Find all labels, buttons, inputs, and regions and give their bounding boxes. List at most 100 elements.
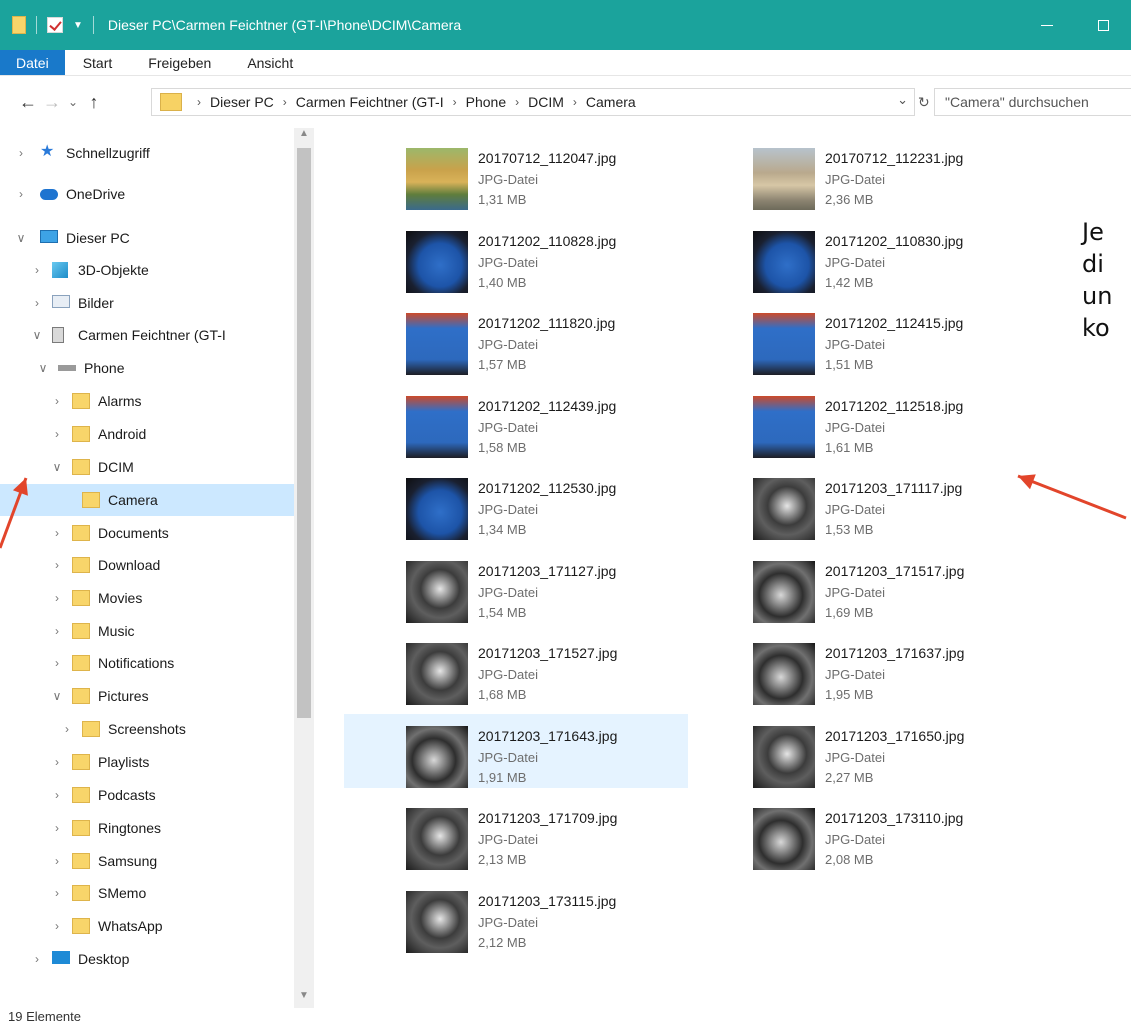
- properties-icon[interactable]: [47, 17, 63, 33]
- chevron-right-icon[interactable]: ›: [50, 919, 64, 933]
- chevron-right-icon[interactable]: ›: [50, 755, 64, 769]
- chevron-right-icon[interactable]: ›: [30, 296, 44, 310]
- file-item[interactable]: 20171203_173110.jpg JPG-Datei 2,08 MB: [691, 796, 1035, 870]
- chevron-right-icon[interactable]: ›: [50, 788, 64, 802]
- forward-arrow-icon[interactable]: →: [40, 92, 64, 113]
- chevron-down-icon[interactable]: ∨: [36, 361, 50, 375]
- maximize-button[interactable]: [1075, 0, 1131, 50]
- chevron-right-icon[interactable]: ›: [50, 558, 64, 572]
- nav-item-desktop[interactable]: › Desktop: [0, 943, 294, 975]
- chevron-right-icon[interactable]: ›: [50, 821, 64, 835]
- breadcrumb-device[interactable]: Carmen Feichtner (GT-I: [296, 94, 444, 110]
- search-input[interactable]: "Camera" durchsuchen: [934, 88, 1131, 116]
- nav-item-samsung[interactable]: › Samsung: [0, 845, 294, 877]
- chevron-right-icon[interactable]: ›: [50, 886, 64, 900]
- up-arrow-icon[interactable]: ↑: [82, 92, 106, 113]
- tab-freigeben[interactable]: Freigeben: [130, 50, 229, 75]
- file-item[interactable]: 20171203_171709.jpg JPG-Datei 2,13 MB: [344, 796, 688, 870]
- file-item[interactable]: 20171203_171127.jpg JPG-Datei 1,54 MB: [344, 549, 688, 623]
- scroll-down-arrow-icon[interactable]: ▼: [294, 990, 314, 1008]
- quick-access-dropdown-icon[interactable]: ▼: [73, 20, 83, 31]
- nav-scrollbar[interactable]: ▲ ▼: [294, 128, 314, 1008]
- file-item[interactable]: 20171202_112439.jpg JPG-Datei 1,58 MB: [344, 384, 688, 458]
- nav-item-onedrive[interactable]: › OneDrive: [0, 178, 294, 210]
- chevron-right-icon[interactable]: ›: [50, 656, 64, 670]
- file-item[interactable]: 20171203_171117.jpg JPG-Datei 1,53 MB: [691, 466, 1035, 540]
- nav-item-android[interactable]: › Android: [0, 418, 294, 450]
- file-item[interactable]: 20171203_171527.jpg JPG-Datei 1,68 MB: [344, 631, 688, 705]
- tab-datei[interactable]: Datei: [0, 50, 65, 75]
- nav-item-download[interactable]: › Download: [0, 549, 294, 581]
- file-item[interactable]: 20171202_110828.jpg JPG-Datei 1,40 MB: [344, 219, 688, 293]
- nav-item-smemo[interactable]: › SMemo: [0, 877, 294, 909]
- chevron-right-icon[interactable]: ›: [30, 952, 44, 966]
- file-item[interactable]: 20171203_171517.jpg JPG-Datei 1,69 MB: [691, 549, 1035, 623]
- nav-item-alarms[interactable]: › Alarms: [0, 385, 294, 417]
- nav-item-movies[interactable]: › Movies: [0, 582, 294, 614]
- nav-item-playlists[interactable]: › Playlists: [0, 746, 294, 778]
- file-thumbnail: [406, 230, 468, 293]
- chevron-right-icon[interactable]: ›: [50, 624, 64, 638]
- breadcrumb-dieser-pc[interactable]: Dieser PC: [210, 94, 274, 110]
- nav-item-3d-objekte[interactable]: › 3D-Objekte: [0, 254, 294, 286]
- file-item[interactable]: 20171202_110830.jpg JPG-Datei 1,42 MB: [691, 219, 1035, 293]
- nav-item-dieser-pc[interactable]: ∨ Dieser PC: [0, 222, 294, 254]
- chevron-right-icon[interactable]: ›: [14, 187, 28, 201]
- scrollbar-thumb[interactable]: [297, 148, 311, 718]
- breadcrumb-dcim[interactable]: DCIM: [528, 94, 564, 110]
- file-item[interactable]: 20171202_112518.jpg JPG-Datei 1,61 MB: [691, 384, 1035, 458]
- recent-locations-chevron-icon[interactable]: ⌄: [64, 95, 82, 109]
- file-item[interactable]: 20171202_112415.jpg JPG-Datei 1,51 MB: [691, 301, 1035, 375]
- breadcrumb-phone[interactable]: Phone: [466, 94, 506, 110]
- chevron-right-icon[interactable]: ›: [197, 95, 201, 109]
- chevron-right-icon[interactable]: ›: [573, 95, 577, 109]
- chevron-down-icon[interactable]: ∨: [30, 328, 44, 342]
- nav-item-bilder[interactable]: › Bilder: [0, 287, 294, 319]
- nav-item-documents[interactable]: › Documents: [0, 517, 294, 549]
- chevron-right-icon[interactable]: ›: [50, 591, 64, 605]
- chevron-right-icon[interactable]: ›: [30, 263, 44, 277]
- nav-item-screenshots[interactable]: › Screenshots: [0, 713, 294, 745]
- nav-item-music[interactable]: › Music: [0, 615, 294, 647]
- nav-item-whatsapp[interactable]: › WhatsApp: [0, 910, 294, 942]
- file-item[interactable]: 20170712_112047.jpg JPG-Datei 1,31 MB: [344, 136, 688, 210]
- nav-item-podcasts[interactable]: › Podcasts: [0, 779, 294, 811]
- chevron-right-icon[interactable]: ›: [50, 394, 64, 408]
- file-item[interactable]: 20170712_112231.jpg JPG-Datei 2,36 MB: [691, 136, 1035, 210]
- chevron-right-icon[interactable]: ›: [50, 427, 64, 441]
- nav-item-dcim[interactable]: ∨ DCIM: [0, 451, 294, 483]
- chevron-down-icon[interactable]: ∨: [14, 231, 28, 245]
- nav-item-carmen-feichtner-gt-i[interactable]: ∨ Carmen Feichtner (GT-I: [0, 319, 294, 351]
- nav-item-camera[interactable]: Camera: [0, 484, 294, 516]
- file-item[interactable]: 20171203_171650.jpg JPG-Datei 2,27 MB: [691, 714, 1035, 788]
- chevron-right-icon[interactable]: ›: [14, 146, 28, 160]
- file-item[interactable]: 20171203_173115.jpg JPG-Datei 2,12 MB: [344, 879, 688, 953]
- chevron-right-icon[interactable]: ›: [50, 854, 64, 868]
- refresh-icon[interactable]: ↻: [918, 88, 932, 116]
- file-item[interactable]: 20171203_171643.jpg JPG-Datei 1,91 MB: [344, 713, 688, 788]
- file-item[interactable]: 20171202_112530.jpg JPG-Datei 1,34 MB: [344, 466, 688, 540]
- nav-item-ringtones[interactable]: › Ringtones: [0, 812, 294, 844]
- address-field[interactable]: › Dieser PC › Carmen Feichtner (GT-I › P…: [151, 88, 915, 116]
- scroll-up-arrow-icon[interactable]: ▲: [294, 128, 314, 146]
- chevron-right-icon[interactable]: ›: [515, 95, 519, 109]
- chevron-right-icon[interactable]: ›: [50, 526, 64, 540]
- back-arrow-icon[interactable]: ←: [16, 92, 40, 113]
- chevron-right-icon[interactable]: ›: [60, 722, 74, 736]
- tab-ansicht[interactable]: Ansicht: [229, 50, 311, 75]
- nav-item-pictures[interactable]: ∨ Pictures: [0, 680, 294, 712]
- minimize-button[interactable]: [1019, 0, 1075, 50]
- chevron-down-icon[interactable]: ∨: [50, 460, 64, 474]
- file-item[interactable]: 20171203_171637.jpg JPG-Datei 1,95 MB: [691, 631, 1035, 705]
- chevron-right-icon[interactable]: ›: [453, 95, 457, 109]
- chevron-down-icon[interactable]: ∨: [50, 689, 64, 703]
- chevron-right-icon[interactable]: ›: [283, 95, 287, 109]
- file-item[interactable]: 20171202_111820.jpg JPG-Datei 1,57 MB: [344, 301, 688, 375]
- nav-item-phone[interactable]: ∨ Phone: [0, 352, 294, 384]
- nav-item-notifications[interactable]: › Notifications: [0, 647, 294, 679]
- breadcrumb-camera[interactable]: Camera: [586, 94, 636, 110]
- address-history-chevron-icon[interactable]: ⌄: [897, 92, 908, 108]
- tab-start[interactable]: Start: [65, 50, 131, 75]
- nav-item-schnellzugriff[interactable]: › ★ Schnellzugriff: [0, 137, 294, 169]
- folder-icon: [72, 787, 90, 803]
